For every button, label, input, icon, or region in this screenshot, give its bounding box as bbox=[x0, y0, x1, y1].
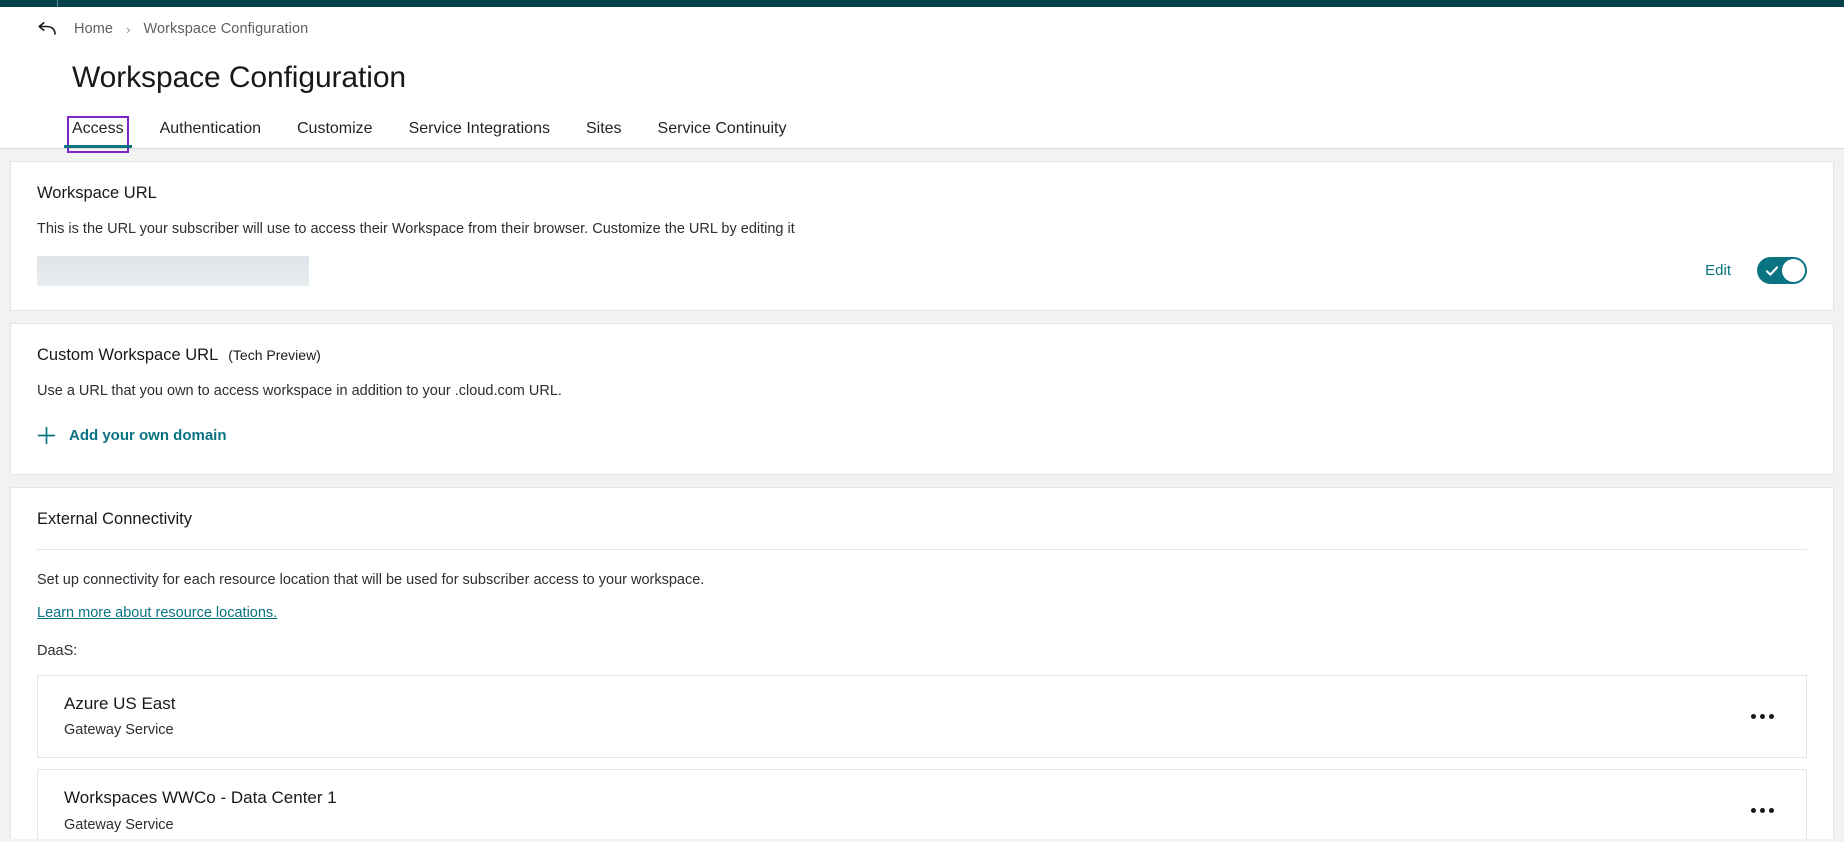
resource-location-info: Workspaces WWCo - Data Center 1 Gateway … bbox=[64, 787, 337, 834]
breadcrumb-home-link[interactable]: Home bbox=[74, 21, 113, 37]
page-title: Workspace Configuration bbox=[72, 61, 406, 94]
add-your-own-domain-label: Add your own domain bbox=[69, 426, 227, 444]
daas-group-label: DaaS: bbox=[37, 642, 78, 659]
tab-authentication-label: Authentication bbox=[159, 119, 261, 137]
tab-authentication[interactable]: Authentication bbox=[159, 119, 261, 148]
tab-access-label: Access bbox=[72, 119, 124, 137]
toggle-knob bbox=[1782, 259, 1805, 283]
breadcrumb-separator-icon: › bbox=[126, 21, 131, 37]
learn-more-resource-locations-link[interactable]: Learn more about resource locations. bbox=[37, 605, 277, 621]
resource-location-list: Azure US East Gateway Service Workspaces… bbox=[37, 674, 1807, 839]
resource-location-row[interactable]: Azure US East Gateway Service bbox=[37, 674, 1807, 759]
kebab-menu-icon[interactable] bbox=[1745, 800, 1780, 821]
tab-sites[interactable]: Sites bbox=[585, 119, 622, 148]
chrome-strip-right bbox=[58, 0, 1844, 7]
workspace-url-toggle[interactable] bbox=[1757, 257, 1807, 285]
workspace-url-title: Workspace URL bbox=[37, 184, 1807, 203]
kebab-menu-icon[interactable] bbox=[1745, 706, 1780, 727]
workspace-url-title-text: Workspace URL bbox=[37, 183, 157, 202]
tab-customize[interactable]: Customize bbox=[296, 119, 373, 148]
breadcrumb-current: Workspace Configuration bbox=[143, 21, 309, 37]
breadcrumb: Home › Workspace Configuration bbox=[0, 7, 1844, 51]
arrow-left-icon[interactable] bbox=[36, 18, 58, 40]
tab-service-continuity[interactable]: Service Continuity bbox=[657, 119, 787, 148]
tab-sites-label: Sites bbox=[585, 119, 622, 137]
workspace-url-row: Edit bbox=[37, 255, 1807, 286]
edit-workspace-url-link[interactable]: Edit bbox=[1705, 262, 1731, 279]
resource-location-service: Gateway Service bbox=[64, 816, 174, 833]
chrome-strip-left bbox=[0, 0, 57, 7]
workspace-url-description: This is the URL your subscriber will use… bbox=[37, 220, 795, 237]
resource-location-service: Gateway Service bbox=[64, 721, 174, 738]
plus-icon bbox=[37, 426, 56, 444]
external-connectivity-title: External Connectivity bbox=[37, 510, 1807, 529]
tab-bar: Access Authentication Customize Service … bbox=[0, 99, 1844, 153]
external-connectivity-description: Set up connectivity for each resource lo… bbox=[37, 571, 705, 588]
add-your-own-domain-button[interactable]: Add your own domain bbox=[37, 426, 227, 445]
custom-workspace-url-description: Use a URL that you own to access workspa… bbox=[37, 382, 562, 399]
page-header: Home › Workspace Configuration Workspace… bbox=[0, 7, 1844, 153]
resource-location-row[interactable]: Workspaces WWCo - Data Center 1 Gateway … bbox=[37, 769, 1807, 839]
tech-preview-badge: (Tech Preview) bbox=[228, 346, 321, 363]
external-connectivity-title-text: External Connectivity bbox=[37, 509, 192, 528]
custom-workspace-url-title: Custom Workspace URL (Tech Preview) bbox=[37, 346, 1807, 365]
tab-service-integrations-label: Service Integrations bbox=[408, 119, 550, 137]
workspace-url-card: Workspace URL This is the URL your subsc… bbox=[10, 160, 1834, 311]
external-connectivity-card: External Connectivity Set up connectivit… bbox=[10, 486, 1834, 839]
tab-access[interactable]: Access bbox=[64, 115, 132, 153]
resource-location-name: Workspaces WWCo - Data Center 1 bbox=[64, 788, 337, 808]
resource-location-name: Azure US East bbox=[64, 693, 176, 713]
check-icon bbox=[1765, 265, 1779, 276]
workspace-url-value-field[interactable] bbox=[37, 255, 309, 286]
page-content: Workspace URL This is the URL your subsc… bbox=[0, 148, 1844, 839]
external-connectivity-divider bbox=[37, 548, 1807, 550]
browser-chrome-strip bbox=[0, 0, 1844, 7]
tab-service-integrations[interactable]: Service Integrations bbox=[408, 119, 550, 148]
workspace-url-actions: Edit bbox=[1705, 257, 1807, 285]
custom-workspace-url-title-text: Custom Workspace URL bbox=[37, 345, 219, 364]
tab-customize-label: Customize bbox=[296, 119, 373, 137]
resource-location-info: Azure US East Gateway Service bbox=[64, 693, 176, 740]
tab-service-continuity-label: Service Continuity bbox=[657, 119, 787, 137]
custom-workspace-url-card: Custom Workspace URL (Tech Preview) Use … bbox=[10, 322, 1834, 475]
